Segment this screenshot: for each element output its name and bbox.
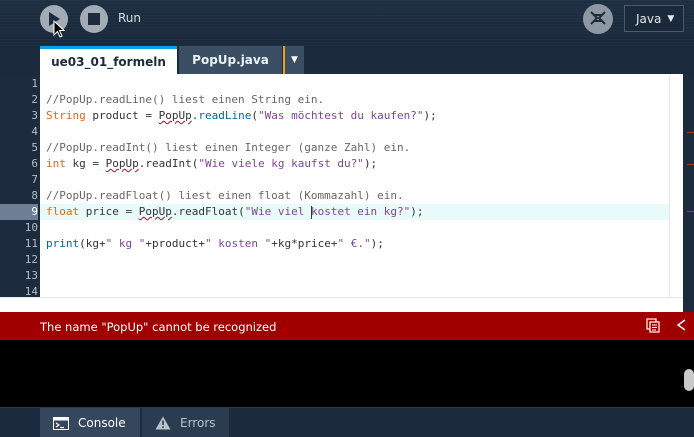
line-number: 4 [31, 125, 38, 138]
tab-errors[interactable]: Errors [142, 408, 229, 437]
console-output[interactable] [0, 340, 694, 407]
toolbar: Run Java ▼ [0, 0, 694, 46]
tab-errors-label: Errors [180, 416, 216, 430]
code-string: " kg " [105, 237, 146, 250]
code-function: readLine [198, 109, 252, 122]
collapse-left-icon[interactable] [676, 319, 687, 331]
editor-tabbar: ue03_01_formeln PopUp.java ▼ [0, 46, 694, 74]
tab-ue03-01-formeln[interactable]: ue03_01_formeln [40, 46, 177, 74]
console-scrollbar-thumb[interactable] [684, 369, 694, 391]
editor-vertical-scrollbar[interactable] [669, 74, 683, 297]
code-string: " kosten " [204, 237, 272, 250]
error-overview-ruler [683, 74, 694, 312]
line-number: 3 [31, 109, 38, 122]
text-cursor [310, 205, 312, 219]
error-marker[interactable] [687, 211, 694, 212]
experimental-mode-button[interactable] [583, 4, 613, 34]
code-line: print(kg+" kg "+product+" kosten "+kg*pr… [46, 237, 384, 250]
code-string: "Wie viele kg kaufst du?" [198, 157, 364, 170]
chevron-down-icon: ▼ [667, 13, 675, 24]
code-comment: //PopUp.readLine() liest einen String ei… [46, 93, 325, 106]
line-number: 10 [24, 221, 38, 234]
code-comment: //PopUp.readFloat() liest einen float (K… [46, 189, 404, 202]
line-number: 13 [24, 269, 38, 282]
code-text-area[interactable]: //PopUp.readLine() liest einen String ei… [40, 74, 669, 297]
line-number: 7 [31, 173, 38, 186]
stop-icon [88, 13, 100, 25]
error-message: The name "PopUp" cannot be recognized [40, 320, 277, 334]
line-number: 2 [31, 93, 38, 106]
line-number: 12 [24, 253, 38, 266]
error-status-bar: The name "PopUp" cannot be recognized [0, 312, 694, 340]
experimental-mode-icon [590, 11, 606, 25]
language-label: Java [636, 11, 662, 26]
line-number: 6 [31, 157, 38, 170]
tab-popup-java[interactable]: PopUp.java [179, 46, 282, 74]
line-number: 5 [31, 141, 38, 154]
line-gutter: 1 2 3 4 5 6 7 8 9 10 11 12 13 14 [0, 74, 40, 298]
line-number: 8 [31, 189, 38, 202]
tab-menu-button[interactable]: ▼ [283, 46, 304, 74]
tab-console[interactable]: Console [40, 408, 140, 437]
code-line: //PopUp.readInt() liest einen Integer (g… [46, 140, 410, 156]
code-line: String product = PopUp.readLine("Was möc… [46, 109, 437, 122]
code-string: "Wie viel kostet ein kg?" [244, 205, 411, 219]
bottom-panel-tabs: Console Errors [0, 407, 694, 437]
code-editor: 1 2 3 4 5 6 7 8 9 10 11 12 13 14 //PopUp… [0, 74, 694, 312]
editor-horizontal-scrollbar[interactable] [0, 297, 683, 312]
line-number-current: 9 [0, 204, 38, 220]
stop-button[interactable] [80, 5, 108, 33]
code-line-current: float price = PopUp.readFloat("Wie viel … [46, 205, 424, 219]
tab-console-label: Console [78, 416, 126, 430]
caret-down-icon: ▼ [291, 55, 298, 65]
code-type: float [46, 205, 80, 218]
line-number: 11 [24, 237, 38, 250]
language-selector[interactable]: Java ▼ [624, 5, 684, 32]
code-line: int kg = PopUp.readInt("Wie viele kg kau… [46, 157, 378, 170]
run-label: Run [118, 11, 142, 25]
code-error-token: PopUp [138, 205, 172, 218]
copy-icon[interactable] [646, 318, 660, 333]
error-marker[interactable] [687, 132, 694, 133]
mouse-pointer-icon [53, 20, 65, 38]
code-string: " €." [337, 237, 371, 250]
line-number: 1 [31, 77, 38, 90]
error-marker[interactable] [687, 164, 694, 165]
code-line: //PopUp.readLine() liest einen String ei… [46, 92, 324, 108]
code-error-token: PopUp [158, 109, 192, 122]
code-type: int [46, 157, 66, 170]
console-icon [53, 416, 69, 430]
warning-icon [155, 416, 171, 430]
code-string: "Was möchtest du kaufen?" [257, 109, 424, 122]
code-error-token: PopUp [105, 157, 139, 170]
code-line: //PopUp.readFloat() liest einen float (K… [46, 188, 404, 204]
code-type: String [46, 109, 86, 122]
code-function: print [46, 237, 80, 250]
code-comment: //PopUp.readInt() liest einen Integer (g… [46, 141, 411, 154]
